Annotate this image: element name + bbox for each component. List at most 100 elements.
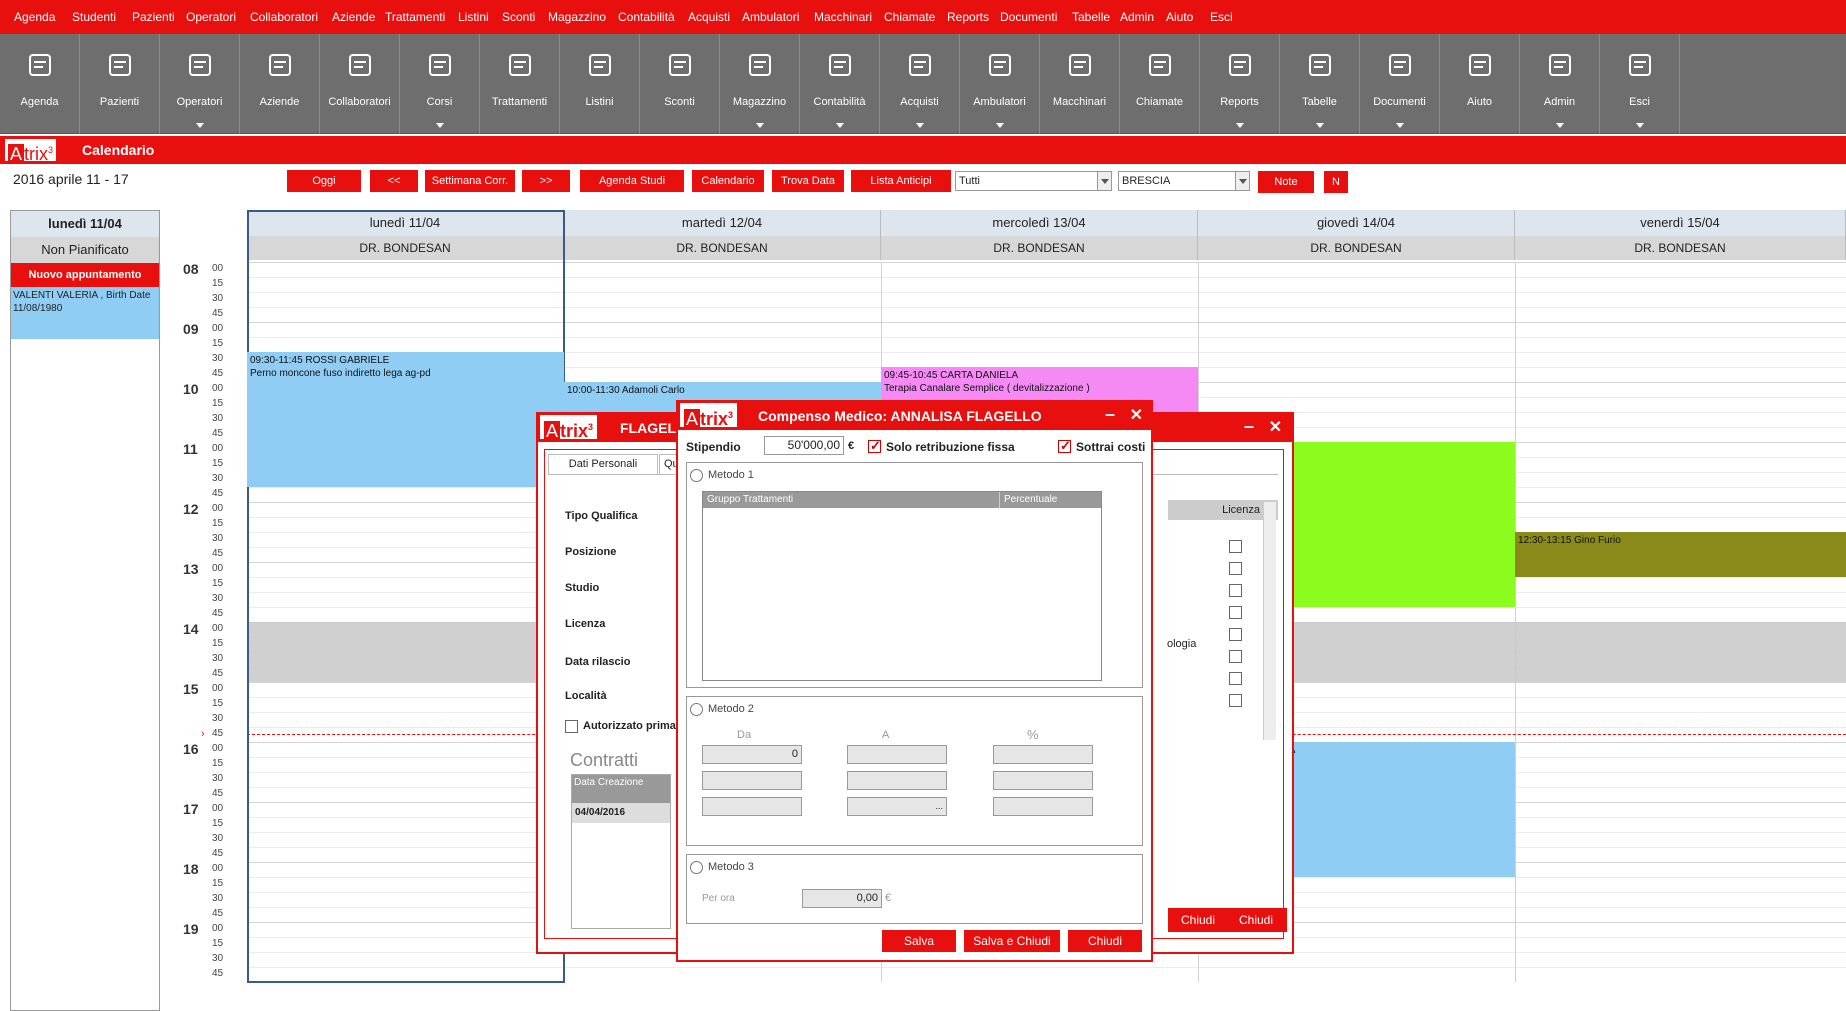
- toolbar-esci-button[interactable]: Esci: [1600, 34, 1680, 134]
- menu-contabilita[interactable]: Contabilità: [618, 10, 675, 24]
- chiudi-button[interactable]: Chiudi: [1068, 930, 1142, 952]
- toolbar-chiamate-button[interactable]: Chiamate: [1120, 34, 1200, 134]
- chevron-down-icon[interactable]: [1235, 172, 1249, 190]
- toolbar-listini-button[interactable]: Listini: [560, 34, 640, 134]
- menu-collaboratori[interactable]: Collaboratori: [250, 10, 318, 24]
- metodo1-radio[interactable]: [690, 469, 703, 482]
- next-week-button[interactable]: >>: [522, 170, 570, 192]
- unplanned-appointment[interactable]: VALENTI VALERIA , Birth Date 11/08/1980: [11, 287, 159, 339]
- toolbar-tabelle-button[interactable]: Tabelle: [1280, 34, 1360, 134]
- solo-fissa-checkbox[interactable]: [868, 438, 881, 454]
- menu-agenda[interactable]: Agenda: [14, 10, 55, 24]
- licenza-checkbox[interactable]: [1229, 672, 1242, 685]
- a-input[interactable]: [847, 745, 947, 764]
- minimize-icon[interactable]: –: [1105, 400, 1115, 428]
- metodo3-radio[interactable]: [690, 861, 703, 874]
- licenza-checkbox[interactable]: [1229, 584, 1242, 597]
- new-appointment-button[interactable]: Nuovo appuntamento: [11, 263, 159, 287]
- menu-acquisti[interactable]: Acquisti: [688, 10, 730, 24]
- a-input[interactable]: [847, 771, 947, 790]
- toolbar-ambulatori-button[interactable]: Ambulatori: [960, 34, 1040, 134]
- da-input[interactable]: [702, 797, 802, 816]
- toolbar-agenda-button[interactable]: Agenda: [0, 34, 80, 134]
- trova-data-button[interactable]: Trova Data: [772, 170, 844, 192]
- prev-week-button[interactable]: <<: [370, 170, 418, 192]
- menu-studenti[interactable]: Studenti: [72, 10, 116, 24]
- licenza-checkbox[interactable]: [1229, 562, 1242, 575]
- toolbar-documenti-button[interactable]: Documenti: [1360, 34, 1440, 134]
- metodo2-radio[interactable]: [690, 703, 703, 716]
- tab-dati-personali[interactable]: Dati Personali: [548, 454, 658, 474]
- da-input[interactable]: [702, 771, 802, 790]
- note-button[interactable]: Note: [1258, 171, 1314, 193]
- menu-pazienti[interactable]: Pazienti: [132, 10, 175, 24]
- menu-chiamate[interactable]: Chiamate: [884, 10, 935, 24]
- day-header[interactable]: mercoledì 13/04: [881, 210, 1198, 236]
- menu-reports[interactable]: Reports: [947, 10, 989, 24]
- toolbar-collaboratori-button[interactable]: Collaboratori: [320, 34, 400, 134]
- a-input[interactable]: ...: [847, 797, 947, 816]
- authorized-checkbox[interactable]: [565, 720, 578, 733]
- menu-macchinari[interactable]: Macchinari: [814, 10, 872, 24]
- toolbar-pazienti-button[interactable]: Pazienti: [80, 34, 160, 134]
- toolbar-admin-button[interactable]: Admin: [1520, 34, 1600, 134]
- current-week-button[interactable]: Settimana Corr.: [425, 170, 515, 192]
- day-header[interactable]: martedì 12/04: [564, 210, 881, 236]
- chiudi-back-button-1[interactable]: Chiudi: [1168, 908, 1228, 932]
- menu-trattamenti[interactable]: Trattamenti: [385, 10, 445, 24]
- toolbar-sconti-button[interactable]: Sconti: [640, 34, 720, 134]
- appointment[interactable]: 12:30-13:15 Gino Furio: [1515, 532, 1846, 577]
- agenda-studi-button[interactable]: Agenda Studi: [580, 170, 684, 192]
- stipendio-input[interactable]: 50'000,00: [764, 436, 844, 455]
- menu-operatori[interactable]: Operatori: [186, 10, 236, 24]
- lista-anticipi-button[interactable]: Lista Anticipi: [851, 170, 951, 192]
- contracts-row[interactable]: 04/04/2016: [572, 803, 670, 823]
- menu-listini[interactable]: Listini: [458, 10, 489, 24]
- menu-sconti[interactable]: Sconti: [502, 10, 535, 24]
- toolbar-aiuto-button[interactable]: Aiuto: [1440, 34, 1520, 134]
- appointment[interactable]: 09:30-11:45 ROSSI GABRIELE Perno moncone …: [247, 352, 564, 487]
- menu-ambulatori[interactable]: Ambulatori: [742, 10, 799, 24]
- day-header[interactable]: lunedì 11/04: [247, 210, 564, 236]
- day-header[interactable]: giovedì 14/04: [1198, 210, 1515, 236]
- per-ora-input[interactable]: 0,00: [802, 889, 882, 908]
- toolbar-contabilita-button[interactable]: Contabilità: [800, 34, 880, 134]
- menu-admin[interactable]: Admin: [1120, 10, 1154, 24]
- n-button[interactable]: N: [1324, 171, 1348, 193]
- calendario-button[interactable]: Calendario: [692, 170, 764, 192]
- licenza-checkbox[interactable]: [1229, 694, 1242, 707]
- toolbar-macchinari-button[interactable]: Macchinari: [1040, 34, 1120, 134]
- chiudi-back-button-2[interactable]: Chiudi: [1225, 908, 1287, 932]
- menu-tabelle[interactable]: Tabelle: [1072, 10, 1110, 24]
- day-header[interactable]: venerdì 15/04: [1515, 210, 1846, 236]
- menu-esci[interactable]: Esci: [1210, 10, 1233, 24]
- close-icon[interactable]: ✕: [1269, 414, 1282, 442]
- toolbar-trattamenti-button[interactable]: Trattamenti: [480, 34, 560, 134]
- toolbar-aziende-button[interactable]: Aziende: [240, 34, 320, 134]
- salva-chiudi-button[interactable]: Salva e Chiudi: [964, 930, 1060, 952]
- perc-input[interactable]: [993, 797, 1093, 816]
- licenza-checkbox[interactable]: [1229, 540, 1242, 553]
- toolbar-operatori-button[interactable]: Operatori: [160, 34, 240, 134]
- licenza-checkbox[interactable]: [1229, 650, 1242, 663]
- licenza-checkbox[interactable]: [1229, 628, 1242, 641]
- perc-input[interactable]: [993, 745, 1093, 764]
- toolbar-reports-button[interactable]: Reports: [1200, 34, 1280, 134]
- scrollbar[interactable]: [1263, 502, 1276, 740]
- menu-aiuto[interactable]: Aiuto: [1166, 10, 1193, 24]
- location-select[interactable]: BRESCIA: [1118, 171, 1250, 191]
- close-icon[interactable]: ✕: [1130, 402, 1143, 430]
- salva-button[interactable]: Salva: [882, 930, 956, 952]
- da-input[interactable]: 0: [702, 745, 802, 764]
- toolbar-magazzino-button[interactable]: Magazzino: [720, 34, 800, 134]
- toolbar-corsi-button[interactable]: Corsi: [400, 34, 480, 134]
- filter-select[interactable]: Tutti: [955, 171, 1112, 191]
- menu-aziende[interactable]: Aziende: [332, 10, 375, 24]
- sottrai-costi-checkbox[interactable]: [1058, 438, 1071, 454]
- toolbar-acquisti-button[interactable]: Acquisti: [880, 34, 960, 134]
- menu-magazzino[interactable]: Magazzino: [548, 10, 606, 24]
- menu-documenti[interactable]: Documenti: [1000, 10, 1057, 24]
- licenza-checkbox[interactable]: [1229, 606, 1242, 619]
- today-button[interactable]: Oggi: [287, 170, 361, 192]
- minimize-icon[interactable]: –: [1244, 412, 1254, 440]
